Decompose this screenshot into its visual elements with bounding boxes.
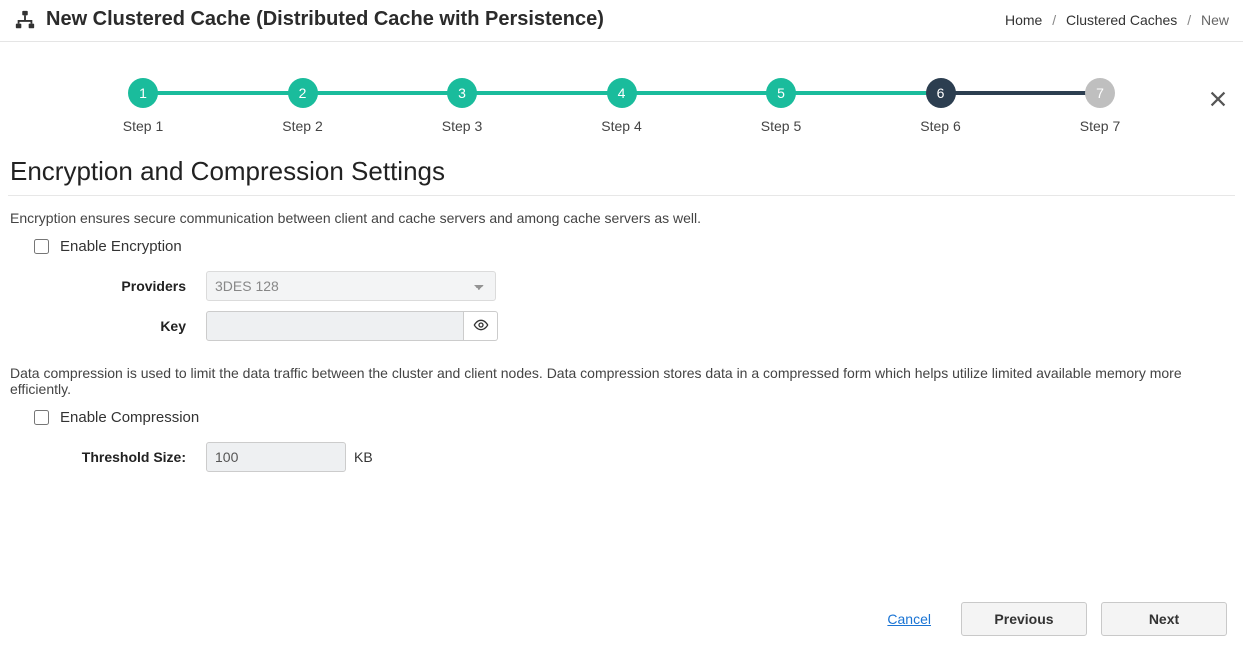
encryption-description: Encryption ensures secure communication … <box>10 210 1235 226</box>
page-title: New Clustered Cache (Distributed Cache w… <box>46 8 604 31</box>
step-label: Step 6 <box>920 118 960 134</box>
previous-button[interactable]: Previous <box>961 602 1087 636</box>
step-circle: 6 <box>926 78 956 108</box>
enable-compression-label[interactable]: Enable Compression <box>60 409 199 426</box>
step-label: Step 7 <box>1080 118 1120 134</box>
step-node-3[interactable]: 3 Step 3 <box>437 78 487 134</box>
breadcrumb: Home / Clustered Caches / New <box>1005 12 1229 28</box>
step-label: Step 5 <box>761 118 801 134</box>
step-node-2[interactable]: 2 Step 2 <box>278 78 328 134</box>
enable-encryption-label[interactable]: Enable Encryption <box>60 238 182 255</box>
sitemap-icon <box>14 9 36 31</box>
step-node-6[interactable]: 6 Step 6 <box>916 78 966 134</box>
divider <box>8 195 1235 196</box>
stepper: 1 Step 1 2 Step 2 3 Step 3 4 Step 4 5 Step 5 6 Step… <box>118 78 1125 138</box>
providers-select[interactable]: 3DES 128 <box>206 271 496 301</box>
threshold-unit: KB <box>354 449 373 465</box>
reveal-key-button[interactable] <box>464 311 498 341</box>
step-circle: 7 <box>1085 78 1115 108</box>
threshold-label: Threshold Size: <box>8 449 206 465</box>
breadcrumb-current: New <box>1201 12 1229 28</box>
compression-description: Data compression is used to limit the da… <box>10 365 1235 397</box>
breadcrumb-sep: / <box>1052 12 1056 28</box>
step-circle: 2 <box>288 78 318 108</box>
breadcrumb-home[interactable]: Home <box>1005 12 1042 28</box>
step-label: Step 2 <box>282 118 322 134</box>
threshold-input[interactable] <box>206 442 346 472</box>
enable-compression-checkbox[interactable] <box>34 410 49 425</box>
providers-label: Providers <box>8 278 206 294</box>
cancel-link[interactable]: Cancel <box>887 611 931 627</box>
step-circle: 1 <box>128 78 158 108</box>
step-circle: 4 <box>607 78 637 108</box>
close-button[interactable] <box>1207 88 1229 115</box>
step-circle: 3 <box>447 78 477 108</box>
breadcrumb-caches[interactable]: Clustered Caches <box>1066 12 1177 28</box>
section-title: Encryption and Compression Settings <box>10 156 1235 187</box>
wizard-footer: Cancel Previous Next <box>8 582 1235 650</box>
step-label: Step 4 <box>601 118 641 134</box>
step-node-4[interactable]: 4 Step 4 <box>597 78 647 134</box>
step-circle: 5 <box>766 78 796 108</box>
top-bar: New Clustered Cache (Distributed Cache w… <box>0 0 1243 42</box>
next-button[interactable]: Next <box>1101 602 1227 636</box>
step-label: Step 1 <box>123 118 163 134</box>
step-node-5[interactable]: 5 Step 5 <box>756 78 806 134</box>
key-label: Key <box>8 318 206 334</box>
step-label: Step 3 <box>442 118 482 134</box>
step-node-1[interactable]: 1 Step 1 <box>118 78 168 134</box>
eye-icon <box>473 317 489 336</box>
breadcrumb-sep: / <box>1187 12 1191 28</box>
step-node-7[interactable]: 7 Step 7 <box>1075 78 1125 134</box>
enable-encryption-checkbox[interactable] <box>34 239 49 254</box>
key-input[interactable] <box>206 311 464 341</box>
